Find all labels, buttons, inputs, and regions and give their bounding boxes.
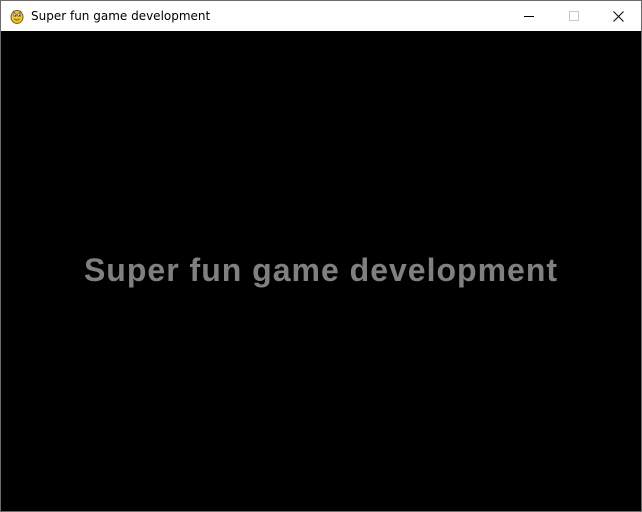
close-icon [613,10,624,22]
minimize-button[interactable] [506,1,551,31]
maximize-button[interactable] [551,1,596,31]
game-canvas[interactable]: Super fun game development [1,31,641,511]
close-button[interactable] [596,1,641,31]
title-bar[interactable]: Super fun game development [1,1,641,31]
minimize-icon [523,16,534,17]
window-controls [506,1,641,31]
maximize-icon [568,11,579,21]
app-window: Super fun game development Super fun gam… [0,0,642,512]
window-title: Super fun game development [31,9,211,23]
game-title-text: Super fun game development [83,252,559,288]
pygame-snake-icon [10,10,24,24]
